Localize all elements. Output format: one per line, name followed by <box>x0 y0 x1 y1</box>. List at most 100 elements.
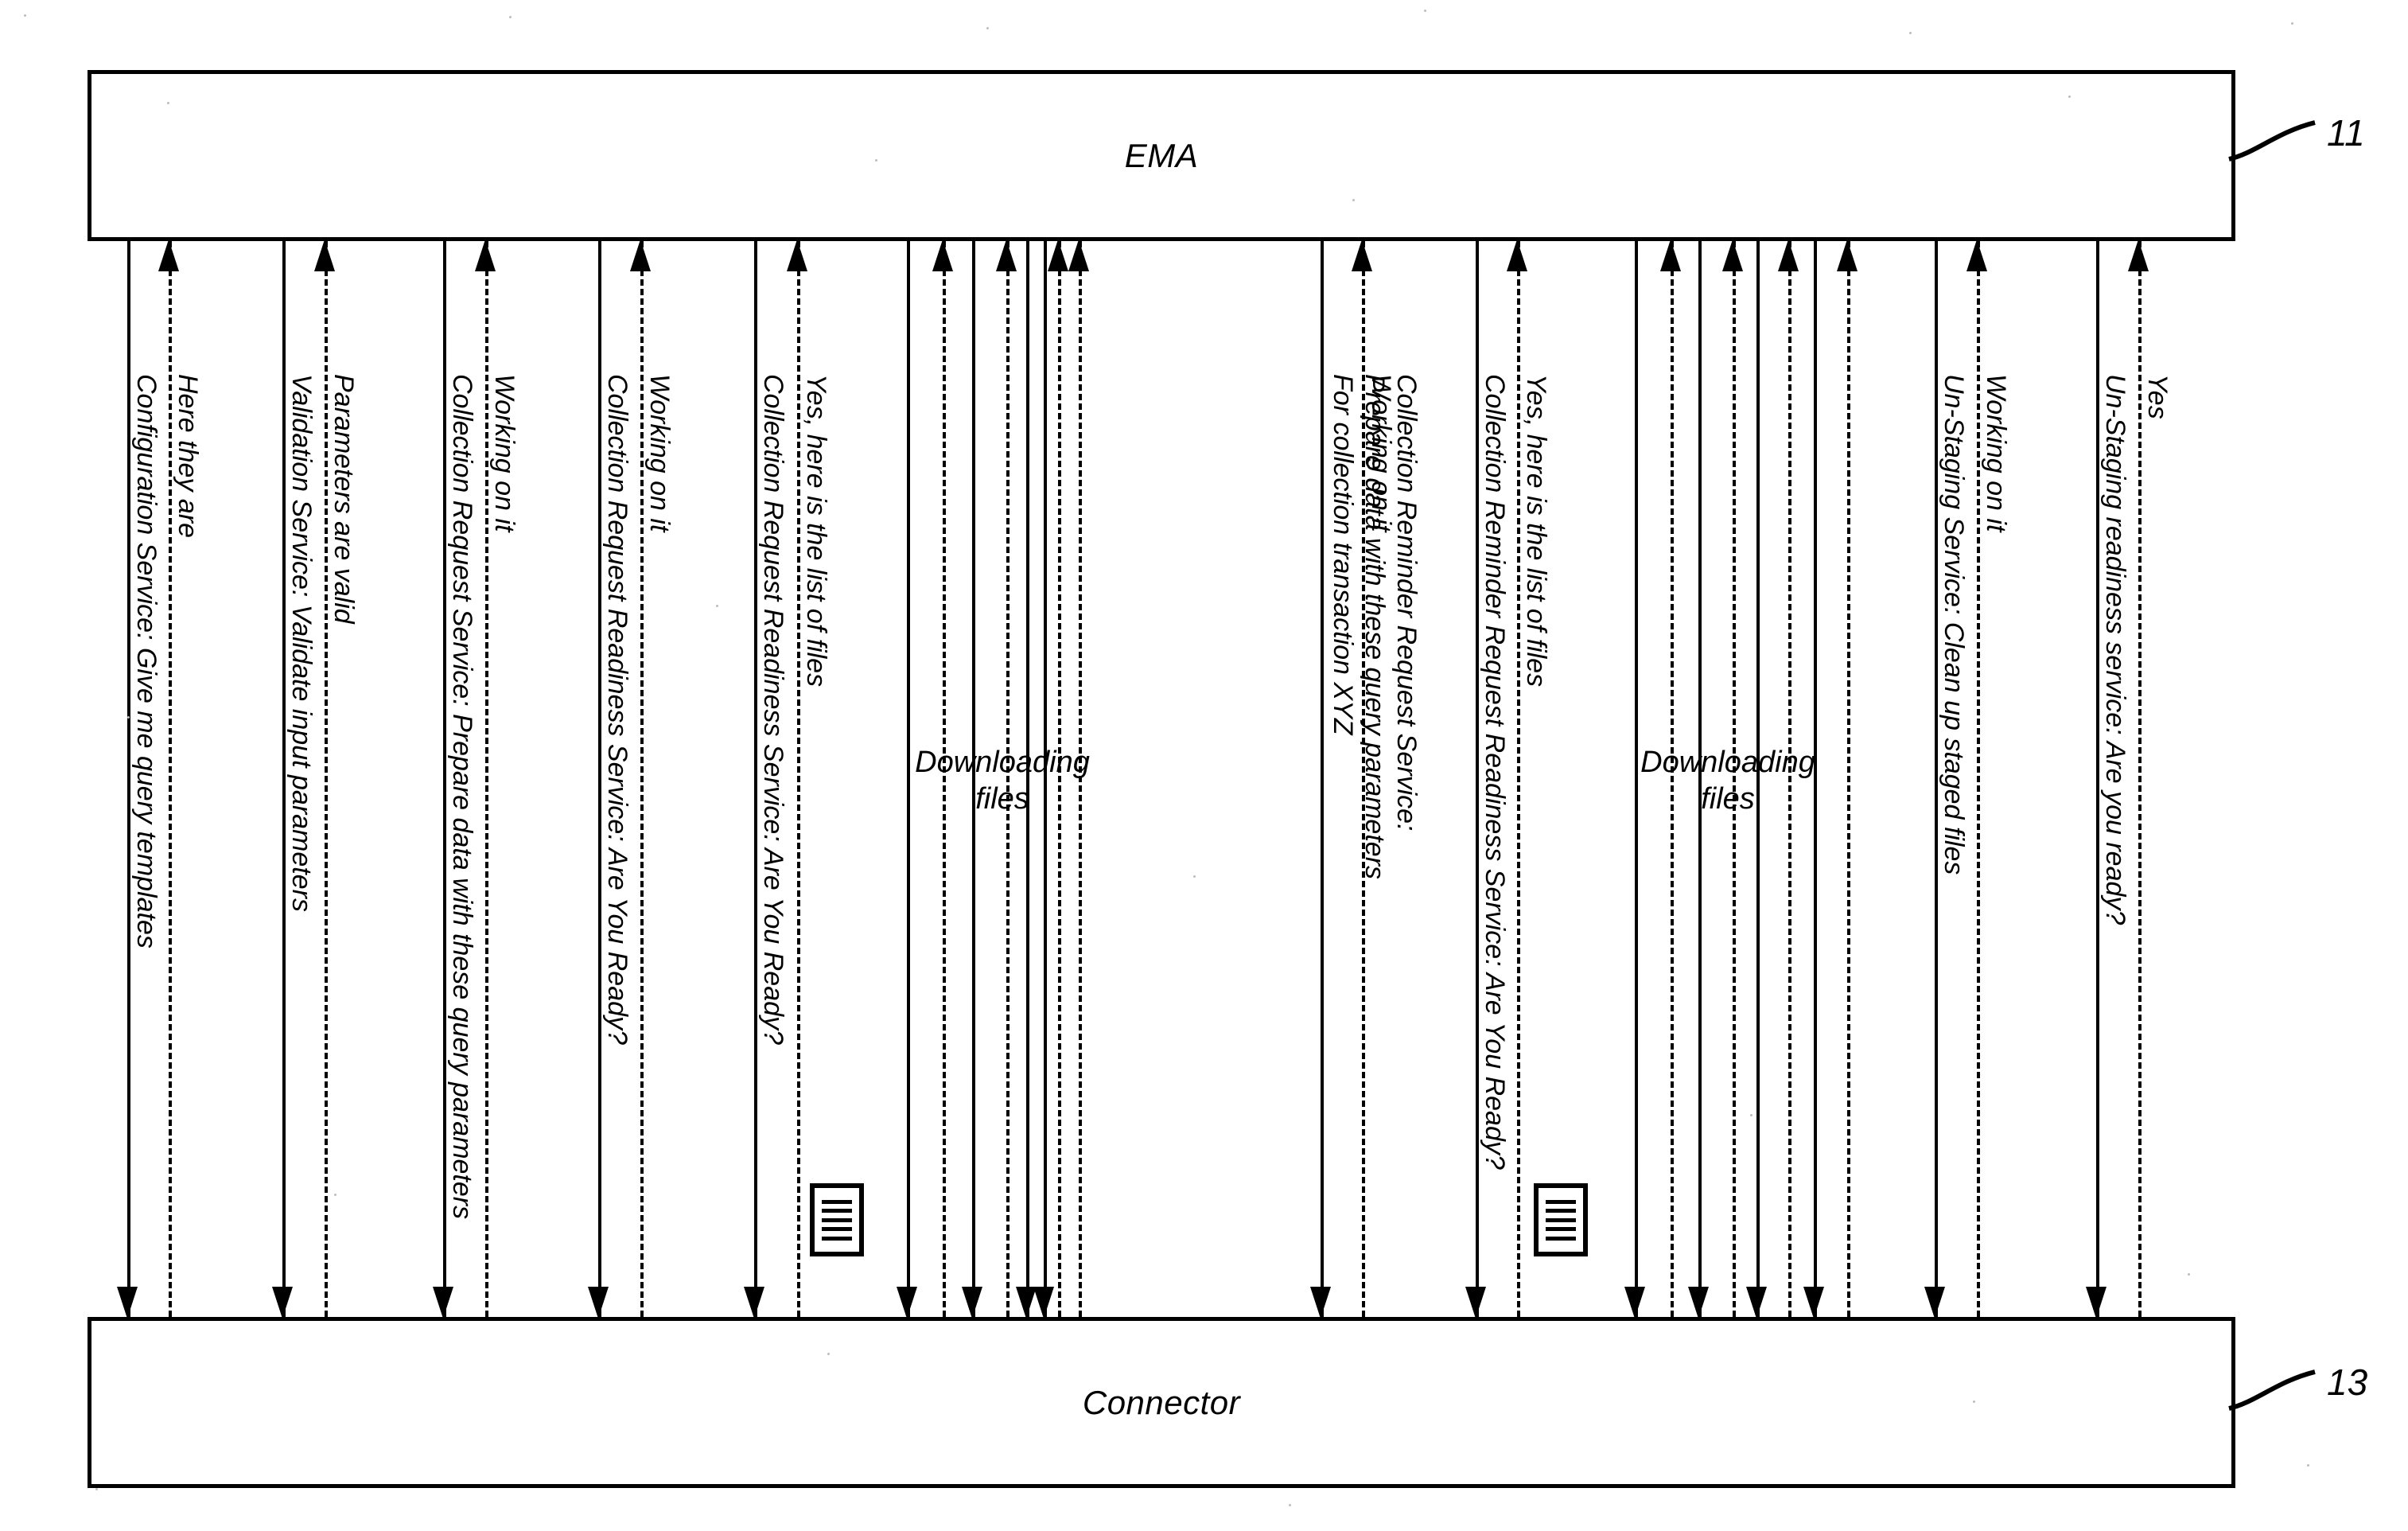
file-list-icon <box>1534 1183 1588 1256</box>
file-list-line <box>1546 1227 1576 1231</box>
scan-speckle <box>827 1353 830 1355</box>
scan-speckle <box>875 159 877 162</box>
arrow-head-down <box>1033 1287 1054 1319</box>
arrow-head-down <box>1803 1287 1824 1319</box>
arrow-head-down <box>1688 1287 1709 1319</box>
scan-speckle <box>2068 95 2071 98</box>
scan-speckle <box>1193 875 1196 878</box>
arrow-head-up <box>932 240 953 271</box>
scan-speckle <box>986 27 989 29</box>
message-label: Collection Request Readiness Service: Ar… <box>758 374 788 1045</box>
file-list-line <box>822 1227 852 1231</box>
arrow-head-up <box>475 240 496 271</box>
message-label: Working on it <box>1981 374 2011 532</box>
scan-speckle <box>716 605 718 607</box>
scan-speckle <box>1909 32 1912 34</box>
message-label: Here they are <box>173 374 203 538</box>
arrow-head-down <box>117 1287 138 1319</box>
arrow-head-down <box>1746 1287 1767 1319</box>
message-label: Validation Service: Validate input param… <box>286 374 317 912</box>
arrow-stem <box>1847 241 1850 1317</box>
arrow-head-down <box>897 1287 917 1319</box>
arrow-head-down <box>1310 1287 1331 1319</box>
arrow-head-down <box>2086 1287 2107 1319</box>
file-list-line <box>1546 1209 1576 1213</box>
arrow-stem <box>325 241 328 1317</box>
arrow-head-up <box>1507 240 1527 271</box>
scan-speckle <box>2291 22 2293 25</box>
scan-speckle <box>2188 1273 2190 1276</box>
figure-canvas: EMA 11 Connector 13 Configuration Servic… <box>0 0 2408 1531</box>
arrow-head-up <box>630 240 651 271</box>
arrow-stem <box>1935 241 1938 1317</box>
actor-box-connector: Connector <box>88 1317 2235 1488</box>
arrow-head-up <box>1660 240 1681 271</box>
scan-speckle <box>509 16 512 18</box>
arrow-stem <box>598 241 601 1317</box>
arrow-head-down <box>1624 1287 1645 1319</box>
arrow-head-up <box>1068 240 1089 271</box>
arrow-head-down <box>1465 1287 1486 1319</box>
actor-box-ema: EMA <box>88 70 2235 241</box>
arrow-head-up <box>1352 240 1372 271</box>
message-label: Working on it <box>1366 374 1396 532</box>
reference-numeral-11: 11 <box>2327 112 2365 154</box>
arrow-stem <box>282 241 286 1317</box>
arrow-head-down <box>1924 1287 1945 1319</box>
arrow-head-up <box>158 240 179 271</box>
arrow-head-up <box>1837 240 1858 271</box>
scan-speckle <box>95 1488 98 1490</box>
arrow-stem <box>2096 241 2099 1317</box>
arrow-stem <box>443 241 446 1317</box>
scan-speckle <box>1424 10 1426 12</box>
message-label: Collection Reminder Request Readiness Se… <box>1480 374 1510 1170</box>
arrow-head-down <box>744 1287 764 1319</box>
arrow-head-up <box>1966 240 1987 271</box>
file-list-line <box>1546 1217 1576 1222</box>
arrow-head-up <box>1048 240 1068 271</box>
arrow-stem <box>640 241 644 1317</box>
message-label: Configuration Service: Give me query tem… <box>131 374 161 949</box>
arrow-head-up <box>2128 240 2149 271</box>
arrow-stem <box>1977 241 1980 1317</box>
reference-numeral-13: 13 <box>2327 1362 2368 1403</box>
leader-line-13 <box>2228 1369 2316 1411</box>
arrow-stem <box>485 241 488 1317</box>
group-label-downloading-files: Downloading files <box>915 746 1090 816</box>
file-list-line <box>1546 1199 1576 1204</box>
message-label: Yes <box>2142 374 2173 419</box>
arrow-stem <box>2138 241 2142 1317</box>
arrow-stem <box>1476 241 1479 1317</box>
arrow-head-up <box>1778 240 1799 271</box>
scan-speckle <box>1750 1114 1753 1116</box>
arrow-stem <box>127 241 130 1317</box>
scan-speckle <box>167 102 169 104</box>
scan-speckle <box>1352 199 1355 201</box>
arrow-stem <box>1362 241 1365 1317</box>
message-label: Collection Request Service: Prepare data… <box>447 374 477 1220</box>
message-label: Parameters are valid <box>329 374 359 624</box>
arrow-stem <box>797 241 800 1317</box>
arrow-head-up <box>787 240 807 271</box>
arrow-stem <box>754 241 757 1317</box>
file-list-line <box>822 1236 852 1241</box>
arrow-head-down <box>433 1287 453 1319</box>
scan-speckle <box>24 14 26 17</box>
arrow-stem <box>1517 241 1520 1317</box>
actor-label-connector: Connector <box>1082 1383 1241 1421</box>
message-label: Un-Staging readiness service: Are you re… <box>2100 374 2130 925</box>
message-label: Un-Staging Service: Clean up staged file… <box>1939 374 1969 875</box>
scan-speckle <box>2307 1464 2309 1467</box>
file-list-line <box>1546 1236 1576 1241</box>
arrow-head-down <box>588 1287 609 1319</box>
scan-speckle <box>334 1194 336 1196</box>
scan-speckle <box>127 716 130 719</box>
message-label: Collection Request Readiness Service: Ar… <box>602 374 632 1045</box>
file-list-line <box>822 1209 852 1213</box>
message-label: Working on it <box>644 374 675 532</box>
leader-line-11 <box>2228 120 2316 162</box>
message-label: Yes, here is the list of files <box>1521 374 1551 688</box>
arrow-head-up <box>314 240 335 271</box>
group-label-downloading-files: Downloading files <box>1640 746 1815 816</box>
arrow-head-down <box>962 1287 982 1319</box>
